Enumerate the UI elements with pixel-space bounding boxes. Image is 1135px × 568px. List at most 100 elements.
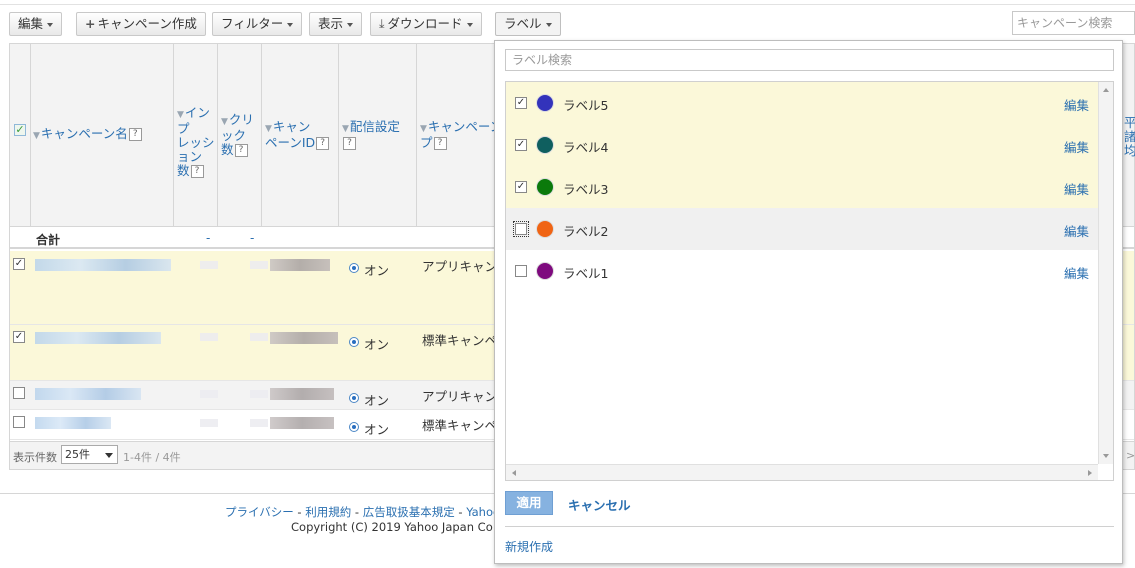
campaign-id-value — [270, 417, 334, 429]
sort-icon: ▼ — [420, 124, 427, 134]
label-menu-button[interactable]: ラベル — [495, 12, 561, 36]
campaign-name-link[interactable] — [35, 332, 161, 344]
label-list: ✓ ラベル5 編集 ✓ ラベル4 編集 ✓ ラベル3 編集 ラベル2 編集 ラベ… — [505, 81, 1114, 481]
result-count: 1-4件 / 4件 — [123, 451, 181, 464]
label-edit-link[interactable]: 編集 — [1064, 221, 1089, 240]
label-item[interactable]: ✓ ラベル3 編集 — [506, 166, 1098, 208]
chevron-down-icon — [105, 453, 113, 458]
help-icon[interactable]: ? — [343, 137, 356, 150]
edit-menu-label: 編集 — [18, 16, 44, 31]
scroll-left-icon[interactable] — [512, 470, 516, 476]
header-campaign-name-label: キャンペーン名 — [40, 126, 128, 141]
label-item[interactable]: ✓ ラベル4 編集 — [506, 124, 1098, 166]
label-search-input[interactable]: ラベル検索 — [505, 49, 1114, 71]
header-cut-fragment-3: 均 — [1124, 143, 1135, 158]
header-impressions[interactable]: ▼インプ レッシ ョン 数? — [174, 44, 218, 226]
header-impressions-line3: ョン — [177, 149, 203, 164]
label-edit-link[interactable]: 編集 — [1064, 137, 1089, 156]
new-label-link[interactable]: 新規作成 — [505, 538, 553, 555]
help-icon[interactable]: ? — [234, 144, 248, 157]
delivery-on-radio[interactable] — [349, 393, 359, 403]
label-color-swatch — [536, 178, 554, 196]
campaign-name-link[interactable] — [35, 259, 171, 271]
label-dropdown-panel: ラベル検索 ✓ ラベル5 編集 ✓ ラベル4 編集 ✓ ラベル3 編集 ラベル2… — [494, 40, 1123, 564]
header-campaign-type-line1: キャンペーン — [427, 119, 503, 134]
help-icon[interactable]: ? — [433, 137, 447, 150]
header-clicks-line2: ック — [221, 128, 247, 143]
horizontal-scrollbar[interactable] — [506, 464, 1098, 480]
footer-sep: - — [454, 505, 467, 519]
vertical-scrollbar[interactable] — [1098, 82, 1113, 464]
impressions-value — [200, 333, 218, 341]
header-clicks-line1: クリ — [228, 112, 254, 127]
row-checkbox[interactable] — [13, 387, 25, 399]
help-icon[interactable]: ? — [190, 165, 204, 178]
per-page-value: 25件 — [65, 448, 90, 461]
label-item[interactable]: ラベル1 編集 — [506, 250, 1098, 292]
sort-icon: ▼ — [177, 110, 184, 120]
row-checkbox[interactable] — [13, 416, 25, 428]
delivery-on-radio[interactable] — [349, 263, 359, 273]
delivery-on-radio[interactable] — [349, 337, 359, 347]
campaign-search-input[interactable]: キャンペーン検索 — [1012, 11, 1135, 35]
scroll-down-icon[interactable] — [1103, 454, 1109, 458]
header-campaign-name[interactable]: ▼キャンペーン名? — [31, 44, 174, 226]
header-campaign-id[interactable]: ▼キャン ペーンID? — [262, 44, 339, 226]
label-edit-link[interactable]: 編集 — [1064, 95, 1089, 114]
sort-icon: ▼ — [265, 124, 272, 134]
label-name: ラベル3 — [563, 182, 609, 197]
edit-menu-button[interactable]: 編集 — [9, 12, 63, 36]
pager-next-arrow[interactable]: >> — [1126, 449, 1135, 462]
label-item[interactable]: ✓ ラベル5 編集 — [506, 82, 1098, 124]
cancel-link[interactable]: キャンセル — [568, 495, 631, 514]
per-page-select[interactable]: 25件 — [61, 445, 118, 464]
scroll-up-icon[interactable] — [1103, 88, 1109, 92]
label-color-swatch — [536, 220, 554, 238]
delivery-status: オン — [364, 422, 390, 437]
label-checkbox[interactable]: ✓ — [515, 139, 527, 151]
select-all-checkbox[interactable]: ✓ — [14, 124, 26, 136]
campaign-type: アプリキャン — [422, 389, 498, 404]
campaign-id-value — [270, 388, 334, 400]
header-campaign-id-line1: キャン — [272, 119, 311, 134]
header-campaign-type[interactable]: ▼キャンペーン プ? — [417, 44, 505, 226]
help-icon[interactable]: ? — [128, 128, 142, 141]
chevron-down-icon — [545, 22, 552, 27]
row-checkbox[interactable]: ✓ — [13, 331, 25, 343]
privacy-link[interactable]: プライバシー — [225, 505, 294, 519]
label-name: ラベル5 — [563, 98, 609, 113]
delivery-on-radio[interactable] — [349, 422, 359, 432]
label-checkbox[interactable]: ✓ — [515, 181, 527, 193]
ad-terms-link[interactable]: 広告取扱基本規定 — [363, 505, 455, 519]
label-checkbox[interactable] — [513, 221, 529, 237]
filter-menu-button[interactable]: フィルター — [212, 12, 303, 36]
campaign-type: 標準キャンペ — [422, 333, 498, 348]
per-page-label: 表示件数 — [13, 451, 57, 464]
label-item[interactable]: ラベル2 編集 — [506, 208, 1098, 250]
campaign-name-link[interactable] — [35, 417, 111, 429]
chevron-down-icon — [466, 22, 473, 27]
label-checkbox[interactable]: ✓ — [515, 97, 527, 109]
campaign-name-link[interactable] — [35, 388, 141, 400]
label-edit-link[interactable]: 編集 — [1064, 179, 1089, 198]
campaign-type: 標準キャンペ — [422, 418, 498, 433]
label-edit-link[interactable]: 編集 — [1064, 263, 1089, 282]
display-menu-button[interactable]: 表示 — [309, 12, 363, 36]
create-campaign-button[interactable]: + キャンペーン作成 — [76, 12, 206, 36]
copyright-text: Copyright (C) 2019 Yahoo Japan Co — [291, 520, 493, 534]
header-delivery[interactable]: ▼配信設定 ? — [339, 44, 417, 226]
row-checkbox[interactable]: ✓ — [13, 258, 25, 270]
label-checkbox[interactable] — [515, 265, 527, 277]
impressions-value — [200, 390, 218, 398]
header-clicks[interactable]: ▼クリ ック 数? — [218, 44, 262, 226]
label-color-swatch — [536, 94, 554, 112]
header-impressions-line4: 数 — [177, 163, 190, 178]
scroll-right-icon[interactable] — [1088, 470, 1092, 476]
header-impressions-line2: レッシ — [177, 135, 215, 150]
download-menu-label: ダウンロード — [387, 16, 463, 31]
terms-link[interactable]: 利用規約 — [305, 505, 351, 519]
total-clicks: - — [250, 231, 255, 245]
apply-button[interactable]: 適用 — [505, 491, 553, 515]
download-menu-button[interactable]: ⤓ ダウンロード — [370, 12, 482, 36]
help-icon[interactable]: ? — [316, 137, 330, 150]
